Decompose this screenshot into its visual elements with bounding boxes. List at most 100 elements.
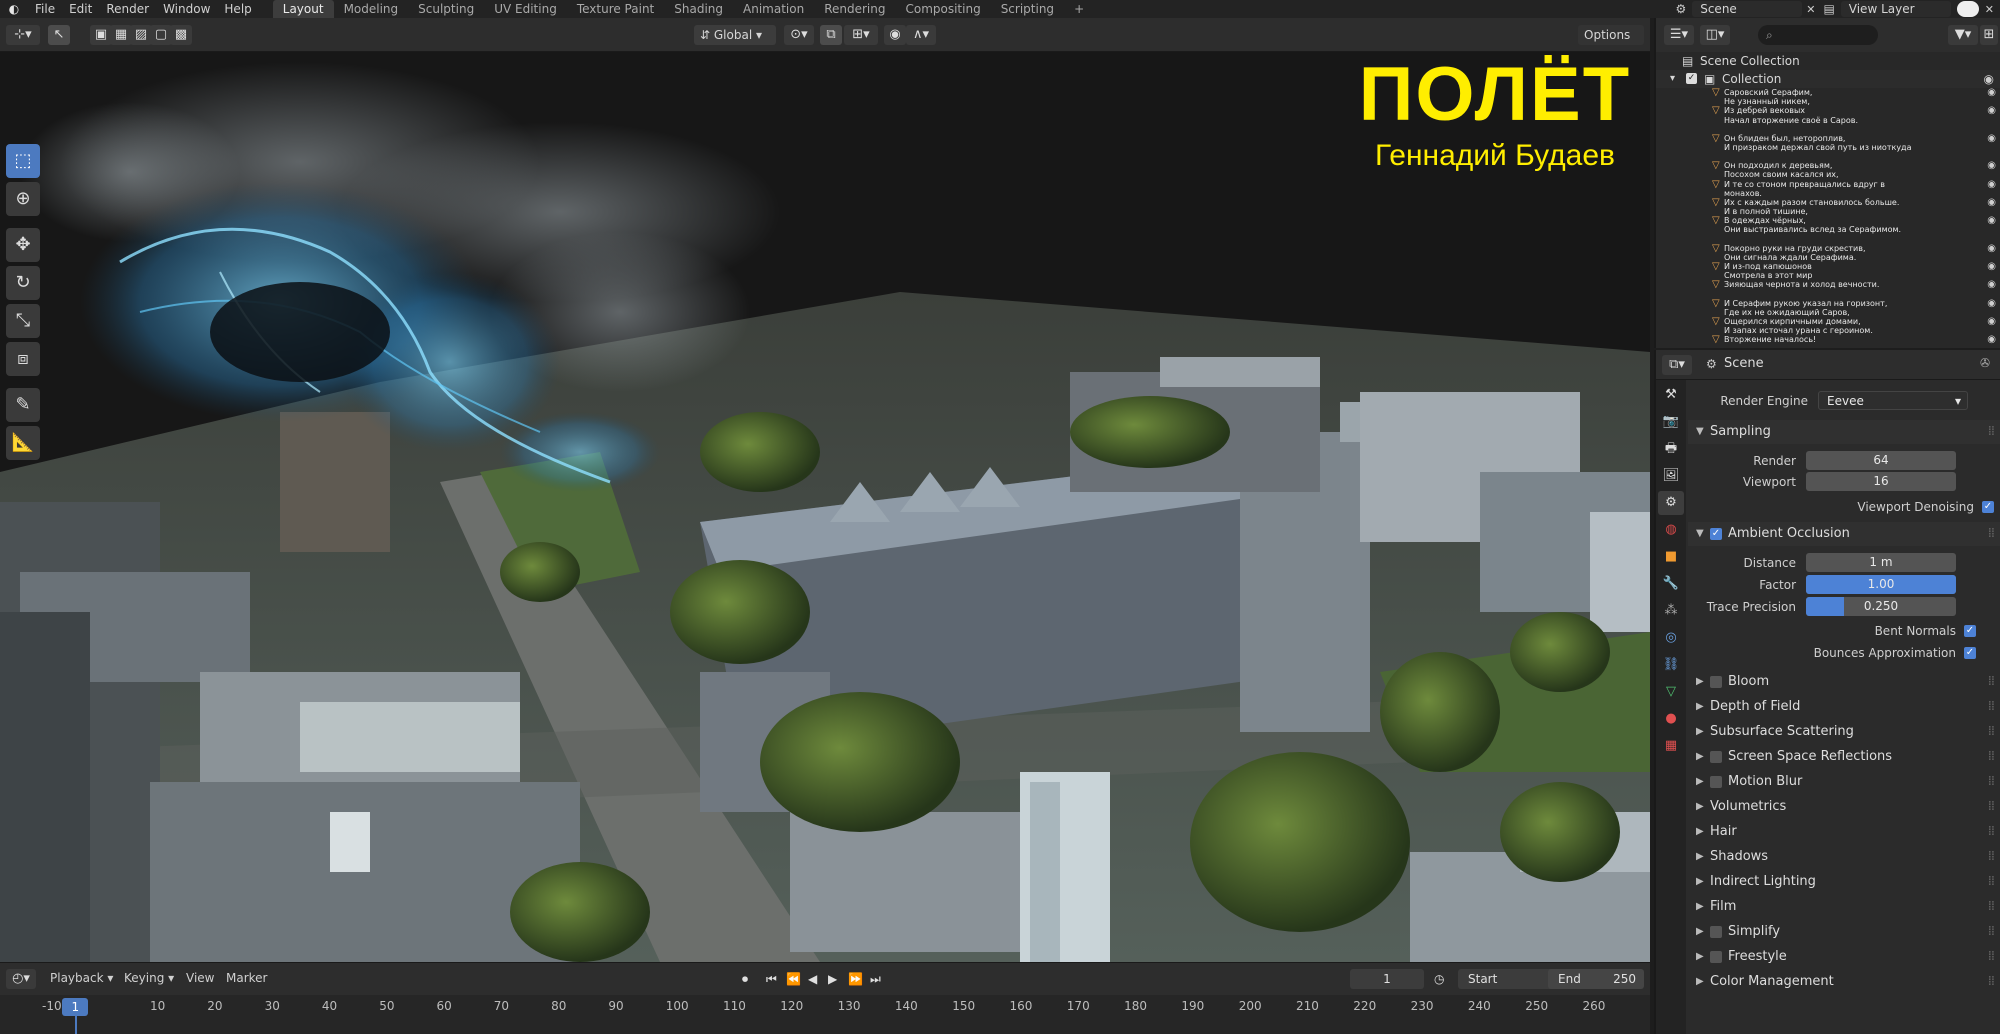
tab-uv-editing[interactable]: UV Editing: [484, 0, 567, 18]
physics-tab-icon[interactable]: ◎: [1658, 626, 1684, 650]
eye-icon[interactable]: ◉: [1987, 335, 1996, 345]
display-mode-icon[interactable]: ◫▾: [1700, 25, 1730, 45]
eye-icon[interactable]: ◉: [1984, 70, 1994, 88]
keying-menu[interactable]: Keying ▾: [124, 971, 174, 985]
menu-edit[interactable]: Edit: [62, 0, 99, 18]
section-checkbox[interactable]: [1710, 776, 1722, 788]
drag-handle-icon[interactable]: ⁞⁞: [1988, 795, 1995, 819]
select-intersect-icon[interactable]: ▩: [170, 25, 192, 45]
blender-logo-icon[interactable]: ◐: [0, 2, 28, 16]
list-item[interactable]: ▽ ◉ Он подходил к деревьям,: [1656, 161, 2000, 171]
select-box-icon[interactable]: ▣: [90, 25, 112, 45]
list-item[interactable]: ▽ ◉ Их с каждым разом становилось больше.: [1656, 197, 2000, 207]
ao-factor-slider[interactable]: 1.00: [1806, 575, 1956, 594]
section-screen-space-reflections[interactable]: ▶ Screen Space Reflections ⁞⁞: [1688, 745, 2000, 769]
section-subsurface-scattering[interactable]: ▶ Subsurface Scattering ⁞⁞: [1688, 720, 2000, 744]
close-scene-icon[interactable]: ✕: [1806, 3, 1815, 16]
render-samples-field[interactable]: 64: [1806, 451, 1956, 470]
current-frame-field[interactable]: 1: [1350, 969, 1424, 989]
move-tool-icon[interactable]: ✥: [6, 228, 40, 262]
next-keyframe-icon[interactable]: ⏩: [848, 972, 863, 986]
list-item[interactable]: Посохом своим касался их,: [1656, 170, 2000, 179]
drag-handle-icon[interactable]: ⁞⁞: [1988, 522, 1995, 546]
tab-modeling[interactable]: Modeling: [334, 0, 409, 18]
drag-handle-icon[interactable]: ⁞⁞: [1988, 870, 1995, 894]
data-tab-icon[interactable]: ▽: [1658, 680, 1684, 704]
section-hair[interactable]: ▶ Hair ⁞⁞: [1688, 820, 2000, 844]
viewport-samples-field[interactable]: 16: [1806, 472, 1956, 491]
output-tab-icon[interactable]: 🖶: [1658, 437, 1684, 461]
ao-distance-field[interactable]: 1 m: [1806, 553, 1956, 572]
texture-tab-icon[interactable]: ▦: [1658, 734, 1684, 758]
drag-handle-icon[interactable]: ⁞⁞: [1988, 745, 1995, 769]
list-item[interactable]: ▽ ◉ И Серафим рукою указал на горизонт,: [1656, 298, 2000, 308]
list-item[interactable]: ▽ ◉ И из-под капюшонов: [1656, 262, 2000, 272]
outliner-search-input[interactable]: ⌕: [1758, 25, 1878, 45]
snap-icon[interactable]: ⧉: [820, 25, 842, 45]
section-depth-of-field[interactable]: ▶ Depth of Field ⁞⁞: [1688, 695, 2000, 719]
drag-handle-icon[interactable]: ⁞⁞: [1988, 895, 1995, 919]
section-simplify[interactable]: ▶ Simplify ⁞⁞: [1688, 920, 2000, 944]
3d-viewport[interactable]: ПОЛЁТ Геннадий Будаев ⬚ ⊕ ✥ ↻ ⤡ ⧈ ✎ 📐: [0, 52, 1650, 962]
menu-file[interactable]: File: [28, 0, 62, 18]
drag-handle-icon[interactable]: ⁞⁞: [1988, 420, 1995, 444]
tab-texture-paint[interactable]: Texture Paint: [567, 0, 664, 18]
select-extend-icon[interactable]: ▦: [110, 25, 132, 45]
properties-editor-icon[interactable]: ⧉▾: [1662, 355, 1692, 375]
list-item[interactable]: Не узнанный никем,: [1656, 97, 2000, 106]
jump-end-icon[interactable]: ⏭: [870, 972, 881, 987]
pivot-icon[interactable]: ⊙▾: [784, 25, 814, 45]
outliner-editor-icon[interactable]: ☰▾: [1664, 25, 1694, 45]
proportional-edit-icon[interactable]: ◉: [884, 25, 906, 45]
bounces-checkbox[interactable]: ✓: [1964, 647, 1976, 659]
drag-handle-icon[interactable]: ⁞⁞: [1988, 820, 1995, 844]
tab-rendering[interactable]: Rendering: [814, 0, 895, 18]
list-item[interactable]: ▽ ◉ Зияющая чернота и холод вечности.: [1656, 280, 2000, 290]
record-icon[interactable]: ⏺: [742, 972, 748, 987]
section-checkbox[interactable]: [1710, 751, 1722, 763]
timeline-editor-icon[interactable]: ◴▾: [6, 969, 36, 989]
editor-type-icon[interactable]: ⊹▾: [6, 25, 40, 45]
tab-shading[interactable]: Shading: [664, 0, 733, 18]
prev-keyframe-icon[interactable]: ⏪: [786, 972, 801, 986]
scene-tab-icon[interactable]: ⚙: [1658, 491, 1684, 515]
bent-normals-checkbox[interactable]: ✓: [1964, 625, 1976, 637]
constraints-tab-icon[interactable]: ⛓: [1658, 653, 1684, 677]
drag-handle-icon[interactable]: ⁞⁞: [1988, 845, 1995, 869]
filter-icon[interactable]: ▼▾: [1948, 25, 1978, 45]
list-item[interactable]: ▽ ◉ Он блиден был, нетороплив,: [1656, 133, 2000, 143]
list-item[interactable]: ▽ ◉ Вторжение началось!: [1656, 335, 2000, 345]
ao-enable-checkbox[interactable]: ✓: [1710, 528, 1722, 540]
render-tab-icon[interactable]: 📷: [1658, 410, 1684, 434]
eye-icon[interactable]: ◉: [1987, 280, 1996, 290]
ao-section-header[interactable]: ▼ ✓ Ambient Occlusion ⁞⁞: [1688, 522, 2000, 546]
pin-icon[interactable]: ✇: [1980, 356, 1990, 370]
eye-icon[interactable]: ◉: [1987, 179, 1996, 190]
tab-compositing[interactable]: Compositing: [895, 0, 990, 18]
list-item[interactable]: ▽ ◉ Саровский Серафим,: [1656, 88, 2000, 98]
menu-help[interactable]: Help: [217, 0, 258, 18]
rotate-tool-icon[interactable]: ↻: [6, 266, 40, 300]
marker-menu[interactable]: Marker: [226, 971, 267, 985]
section-checkbox[interactable]: [1710, 676, 1722, 688]
section-film[interactable]: ▶ Film ⁞⁞: [1688, 895, 2000, 919]
drag-handle-icon[interactable]: ⁞⁞: [1988, 970, 1995, 994]
section-shadows[interactable]: ▶ Shadows ⁞⁞: [1688, 845, 2000, 869]
world-tab-icon[interactable]: ◍: [1658, 518, 1684, 542]
list-item[interactable]: ▽ ◉ Ощерился кирпичными домами,: [1656, 317, 2000, 327]
object-tab-icon[interactable]: ■: [1658, 545, 1684, 569]
section-bloom[interactable]: ▶ Bloom ⁞⁞: [1688, 670, 2000, 694]
transform-tool-icon[interactable]: ⧈: [6, 342, 40, 376]
jump-start-icon[interactable]: ⏮: [766, 972, 777, 987]
view-menu[interactable]: View: [186, 971, 214, 985]
orientation-dropdown[interactable]: ⇵ Global ▾: [694, 25, 776, 45]
new-collection-icon[interactable]: ⊞: [1980, 25, 1998, 45]
drag-handle-icon[interactable]: ⁞⁞: [1988, 670, 1995, 694]
play-icon[interactable]: ▶: [828, 972, 837, 986]
view-layer-selector[interactable]: View Layer: [1840, 1, 1951, 17]
tab-scripting[interactable]: Scripting: [991, 0, 1064, 18]
drag-handle-icon[interactable]: ⁞⁞: [1988, 920, 1995, 944]
playhead-frame[interactable]: 1: [62, 998, 89, 1016]
list-item[interactable]: ▽ ◉ Из дебрей вековых: [1656, 106, 2000, 116]
list-item[interactable]: Где их не ожидающий Саров,: [1656, 308, 2000, 317]
